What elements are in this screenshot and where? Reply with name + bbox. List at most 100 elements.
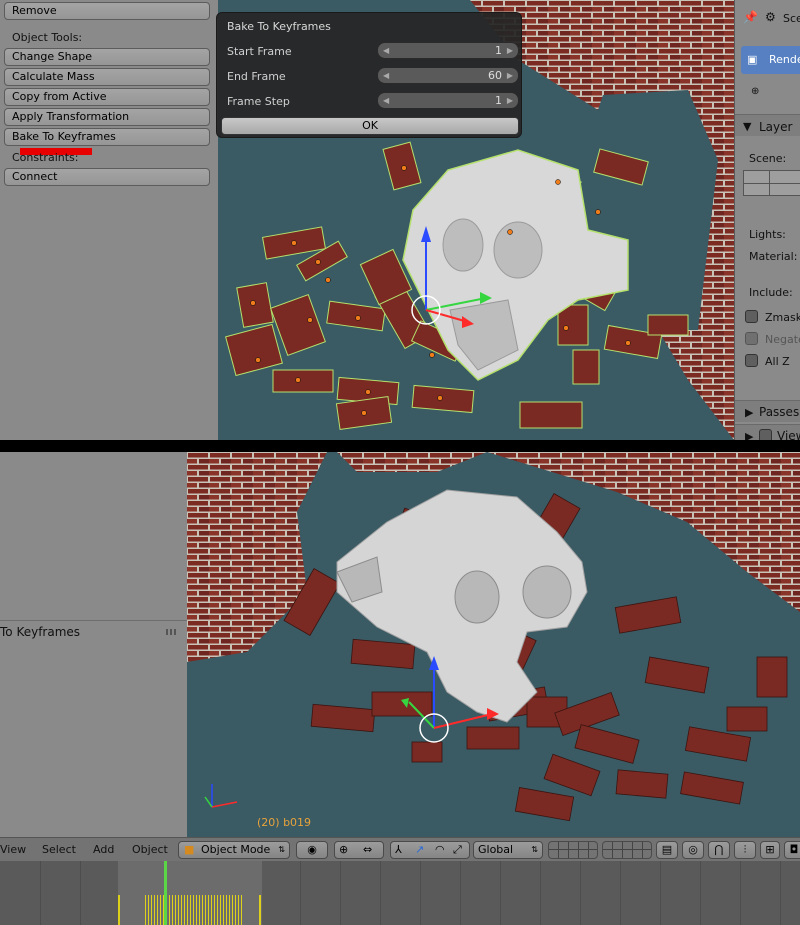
translate-icon: ↗ [415, 843, 425, 856]
allz-label: All Z [765, 355, 790, 368]
increment-arrow-icon[interactable]: ▶ [507, 68, 513, 83]
scene-layers-buttons[interactable] [548, 841, 598, 859]
decrement-arrow-icon[interactable]: ◀ [383, 68, 389, 83]
layer-lock-button[interactable]: ▤ [656, 841, 678, 859]
decrement-arrow-icon[interactable]: ◀ [383, 93, 389, 108]
apply-transformation-button[interactable]: Apply Transformation [4, 108, 210, 126]
zmask-label: Zmask [765, 311, 800, 324]
3d-viewport-bottom[interactable]: (20) b019 [187, 452, 800, 837]
scene-layers-grid[interactable] [743, 170, 800, 196]
copy-from-active-button[interactable]: Copy from Active [4, 88, 210, 106]
pivot-icon: ⊕ [339, 843, 349, 856]
scale-icon: ⤢ [453, 843, 462, 856]
menu-add[interactable]: Add [93, 843, 114, 856]
tool-shelf: Remove Object Tools: Change Shape Calcul… [0, 0, 218, 440]
end-frame-label: End Frame [227, 70, 286, 83]
end-frame-field[interactable]: ◀ 60 ▶ [377, 67, 519, 84]
timeline-gridline [740, 861, 741, 925]
pin-icon[interactable]: 📌 [743, 10, 758, 24]
timeline-keyframes [145, 895, 243, 925]
collapse-arrow-icon: ▶ [745, 406, 754, 419]
timeline-gridline [580, 861, 581, 925]
transform-manipulators[interactable]: ⅄ ↗ ◠ ⤢ [390, 841, 470, 859]
drag-grip-icon[interactable] [166, 629, 178, 635]
render-layer-icon: ▣ [747, 53, 758, 66]
layer-panel-header[interactable]: ▼ Layer [735, 114, 800, 136]
increment-arrow-icon[interactable]: ▶ [507, 43, 513, 58]
current-frame-cursor[interactable] [164, 861, 167, 925]
views-panel-header[interactable]: ▶ View [735, 424, 800, 440]
start-frame-marker [118, 895, 120, 925]
orientation-value: Global [478, 843, 514, 856]
frame-step-value: 1 [495, 94, 502, 107]
object-tools-label: Object Tools: [12, 31, 83, 44]
snap-element-icon: ⫶ [743, 843, 747, 856]
timeline-gridline [540, 861, 541, 925]
timeline-gridline [420, 861, 421, 925]
rotate-icon: ◠ [435, 843, 445, 856]
change-shape-button[interactable]: Change Shape [4, 48, 210, 66]
start-frame-field[interactable]: ◀ 1 ▶ [377, 42, 519, 59]
calculate-mass-button[interactable]: Calculate Mass [4, 68, 210, 86]
render-layer-item[interactable]: ▣ Rende [741, 46, 800, 74]
magnet-icon: ⋂ [714, 843, 724, 856]
layer-header-label: Layer [759, 120, 793, 134]
passes-panel-header[interactable]: ▶ Passes [735, 400, 800, 422]
include-label: Include: [749, 286, 793, 299]
ok-button[interactable]: OK [221, 117, 519, 135]
last-operator-panel-title[interactable]: To Keyframes [0, 625, 80, 639]
menu-select[interactable]: Select [42, 843, 76, 856]
views-label: View [777, 429, 800, 440]
scene-render-bottom [187, 452, 800, 822]
negate-checkbox[interactable] [745, 332, 758, 345]
passes-label: Passes [759, 405, 800, 419]
timeline[interactable] [0, 861, 800, 925]
popup-title: Bake To Keyframes [227, 20, 331, 33]
timeline-gridline [380, 861, 381, 925]
menu-object[interactable]: Object [132, 843, 168, 856]
manipulator-toggle-icon: ⇔ [363, 843, 373, 856]
timeline-gridline [660, 861, 661, 925]
render-grid-icon: ⊞ [765, 843, 775, 856]
opengl-render-button[interactable]: ⊞ [760, 841, 780, 859]
increment-arrow-icon[interactable]: ▶ [507, 93, 513, 108]
constraints-label: Constraints: [12, 151, 79, 164]
snap-button[interactable]: ⋂ [708, 841, 730, 859]
camera-render-button[interactable]: ◘ [784, 841, 800, 859]
proportional-edit-button[interactable]: ◎ [682, 841, 704, 859]
zmask-checkbox[interactable] [745, 310, 758, 323]
scene-layers-buttons-2[interactable] [602, 841, 652, 859]
mode-selector[interactable]: ■ Object Mode ⇅ [178, 841, 290, 859]
connect-button[interactable]: Connect [4, 168, 210, 186]
viewport-shading-button[interactable]: ◉ [296, 841, 328, 859]
frame-step-label: Frame Step [227, 95, 290, 108]
viewport-header: View Select Add Object ■ Object Mode ⇅ ◉… [0, 837, 800, 861]
axis-gizmo-icon [204, 784, 238, 808]
bottom-screenshot: To Keyframes (20) b019 View Select Add O… [0, 452, 800, 925]
object-mode-icon: ■ [184, 843, 195, 856]
timeline-gridline [780, 861, 781, 925]
mode-value: Object Mode [201, 843, 271, 856]
decrement-arrow-icon[interactable]: ◀ [383, 43, 389, 58]
allz-checkbox[interactable] [745, 354, 758, 367]
bake-to-keyframes-button[interactable]: Bake To Keyframes [4, 128, 210, 146]
lights-label: Lights: [749, 228, 786, 241]
timeline-gridline [40, 861, 41, 925]
manipulator-axes-icon: ⅄ [395, 843, 402, 856]
scene-label: Scene: [749, 152, 787, 165]
timeline-gridline [340, 861, 341, 925]
pivot-and-manipulator-buttons[interactable]: ⊕ ⇔ [334, 841, 384, 859]
orientation-selector[interactable]: Global ⇅ [473, 841, 543, 859]
chevron-updown-icon: ⇅ [278, 845, 285, 854]
remove-button[interactable]: Remove [4, 2, 210, 20]
layer-icon: ▤ [661, 843, 673, 856]
snap-element-button[interactable]: ⫶ [734, 841, 756, 859]
menu-view[interactable]: View [0, 843, 26, 856]
frame-step-field[interactable]: ◀ 1 ▶ [377, 92, 519, 109]
scene-tab[interactable]: Sce [783, 12, 800, 25]
add-icon[interactable]: ⊕ [751, 86, 759, 97]
start-frame-value: 1 [495, 44, 502, 57]
collapse-arrow-icon: ▶ [745, 430, 754, 440]
camera-icon: ◘ [789, 843, 799, 856]
views-checkbox[interactable] [759, 429, 772, 440]
